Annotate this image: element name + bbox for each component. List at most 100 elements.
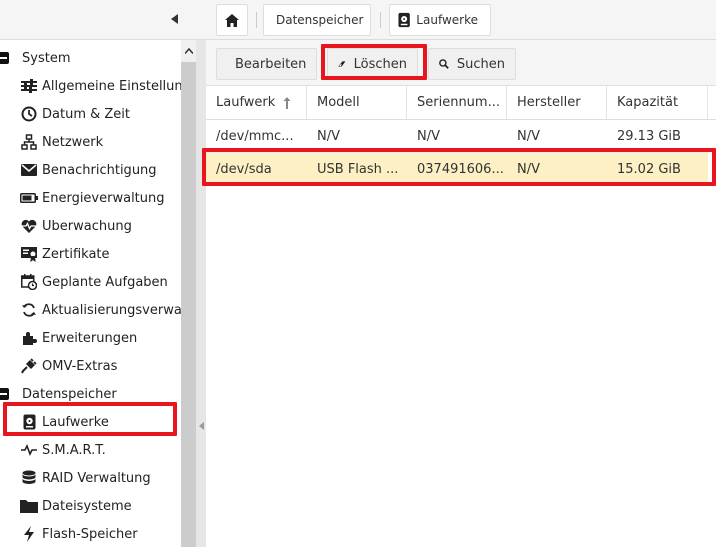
sidebar-item-label: Netzwerk [42, 134, 104, 150]
sidebar-item-datum-zeit[interactable]: Datum & Zeit [0, 100, 181, 128]
cell-seriennummer: N/V [417, 128, 440, 144]
search-button-label: Suchen [456, 56, 505, 72]
cell-kapazitaet: 29.13 GiB [617, 128, 681, 144]
search-button[interactable]: Suchen [428, 48, 516, 80]
sidebar-item-label: Dateisysteme [42, 498, 132, 514]
sidebar-item-label: S.M.A.R.T. [42, 442, 106, 458]
cell-laufwerk: /dev/sda [216, 161, 272, 177]
sidebar-scrollbar[interactable] [181, 40, 196, 547]
calendar-clock-icon [20, 273, 38, 291]
column-header-modell[interactable]: Modell [307, 86, 407, 119]
sidebar-scroll-up-button[interactable] [181, 40, 196, 62]
heartbeat-icon [20, 217, 38, 235]
collapse-group-icon [0, 388, 9, 400]
sidebar-item-netzwerk[interactable]: Netzwerk [0, 128, 181, 156]
network-icon [20, 133, 38, 151]
sidebar-item-label: Datum & Zeit [42, 106, 130, 122]
sidebar-item-allgemeine-einstellungen[interactable]: Allgemeine Einstellungen [0, 72, 181, 100]
sidebar-navigation: System Allgemeine Einstellungen Datum & … [0, 40, 196, 547]
bolt-icon [20, 525, 38, 543]
search-icon [439, 59, 449, 69]
sidebar-item-geplante-aufgaben[interactable]: Geplante Aufgaben [0, 268, 181, 296]
cell-modell: N/V [317, 128, 340, 144]
sidebar-item-omv-extras[interactable]: OMV-Extras [0, 352, 181, 380]
sidebar-item-dateisysteme[interactable]: Dateisysteme [0, 492, 181, 520]
breadcrumb-laufwerke[interactable]: Laufwerke [389, 4, 491, 36]
table-row-selected[interactable]: /dev/sda USB Flash ... 037491606... N/V … [206, 153, 708, 186]
puzzle-icon [20, 329, 38, 347]
certificate-icon [20, 245, 38, 263]
eraser-icon [338, 61, 346, 67]
breadcrumb-home-button[interactable] [216, 4, 248, 36]
column-header-label: Seriennum... [417, 95, 500, 110]
column-header-hersteller[interactable]: Hersteller [507, 86, 607, 119]
sidebar-group-datenspeicher[interactable]: Datenspeicher [0, 380, 181, 408]
breadcrumb-label: Laufwerke [416, 13, 478, 27]
sidebar-item-label: Benachrichtigung [42, 162, 157, 178]
cell-seriennummer: 037491606... [417, 161, 504, 177]
sidebar-item-label: Geplante Aufgaben [42, 274, 168, 290]
grid-header: Laufwerk Modell Seriennum... Hersteller … [206, 86, 716, 120]
sidebar-item-label: Energieverwaltung [42, 190, 165, 206]
pulse-icon [20, 441, 38, 459]
column-header-label: Hersteller [517, 95, 581, 110]
sidebar-item-energieverwaltung[interactable]: Energieverwaltung [0, 184, 181, 212]
clock-icon [20, 105, 38, 123]
sidebar-splitter[interactable] [196, 40, 206, 547]
sidebar-group-label: Datenspeicher [22, 386, 117, 402]
sidebar-item-laufwerke[interactable]: Laufwerke [0, 408, 181, 436]
sidebar-item-label: Zertifikate [42, 246, 110, 262]
collapse-sidebar-button[interactable] [168, 10, 182, 28]
sidebar-item-smart[interactable]: S.M.A.R.T. [0, 436, 181, 464]
sidebar-item-label: Laufwerke [42, 414, 109, 430]
column-header-label: Laufwerk [216, 95, 276, 110]
breadcrumb-separator [380, 12, 381, 28]
battery-icon [20, 189, 38, 207]
sidebar-group-label: System [22, 50, 71, 66]
envelope-icon [20, 161, 38, 179]
delete-button-label: Löschen [353, 56, 407, 72]
collapse-group-icon [0, 52, 9, 64]
table-row[interactable]: /dev/mmc... N/V N/V N/V 29.13 GiB [206, 120, 708, 153]
splitter-collapse-handle[interactable] [198, 418, 204, 434]
column-header-kapazitaet[interactable]: Kapazität [607, 86, 708, 119]
sidebar-item-label: OMV-Extras [42, 358, 118, 374]
cell-modell: USB Flash ... [317, 161, 399, 177]
sidebar-group-system[interactable]: System [0, 44, 181, 72]
folder-icon [20, 497, 38, 515]
sidebar-item-ueberwachung[interactable]: Überwachung [0, 212, 181, 240]
plug-icon [20, 357, 38, 375]
hdd-icon [20, 413, 38, 431]
triangle-left-icon [171, 14, 178, 24]
sidebar-item-zertifikate[interactable]: Zertifikate [0, 240, 181, 268]
column-header-seriennummer[interactable]: Seriennum... [407, 86, 507, 119]
sidebar-item-raid-verwaltung[interactable]: RAID Verwaltung [0, 464, 181, 492]
cell-kapazitaet: 15.02 GiB [617, 161, 681, 177]
refresh-icon [20, 301, 38, 319]
home-icon [225, 13, 239, 27]
sidebar-item-label: Erweiterungen [42, 330, 138, 346]
breadcrumb-separator [256, 12, 257, 28]
triangle-left-icon [198, 422, 204, 430]
cell-laufwerk: /dev/mmc... [216, 128, 294, 144]
database-icon [20, 469, 38, 487]
delete-button[interactable]: Löschen [327, 48, 418, 80]
breadcrumb-datenspeicher[interactable]: Datenspeicher [263, 4, 371, 36]
sliders-icon [20, 77, 38, 95]
edit-button[interactable]: Bearbeiten [216, 48, 317, 80]
sidebar-item-flash-speicher[interactable]: Flash-Speicher [0, 520, 181, 547]
chevron-up-icon [184, 48, 193, 54]
sidebar-item-erweiterungen[interactable]: Erweiterungen [0, 324, 181, 352]
column-header-label: Kapazität [617, 95, 679, 110]
sidebar-item-label: Aktualisierungsverwaltung [42, 302, 181, 318]
sidebar-item-benachrichtigung[interactable]: Benachrichtigung [0, 156, 181, 184]
sort-ascending-icon [283, 96, 291, 109]
sidebar-item-label: Flash-Speicher [42, 526, 138, 542]
sidebar-item-label: RAID Verwaltung [42, 470, 151, 486]
sidebar-item-label: Allgemeine Einstellungen [42, 78, 181, 94]
column-header-label: Modell [317, 95, 360, 110]
cell-hersteller: N/V [517, 161, 540, 177]
sidebar-item-aktualisierungsverwaltung[interactable]: Aktualisierungsverwaltung [0, 296, 181, 324]
breadcrumb-label: Datenspeicher [276, 13, 364, 27]
column-header-laufwerk[interactable]: Laufwerk [206, 86, 307, 119]
